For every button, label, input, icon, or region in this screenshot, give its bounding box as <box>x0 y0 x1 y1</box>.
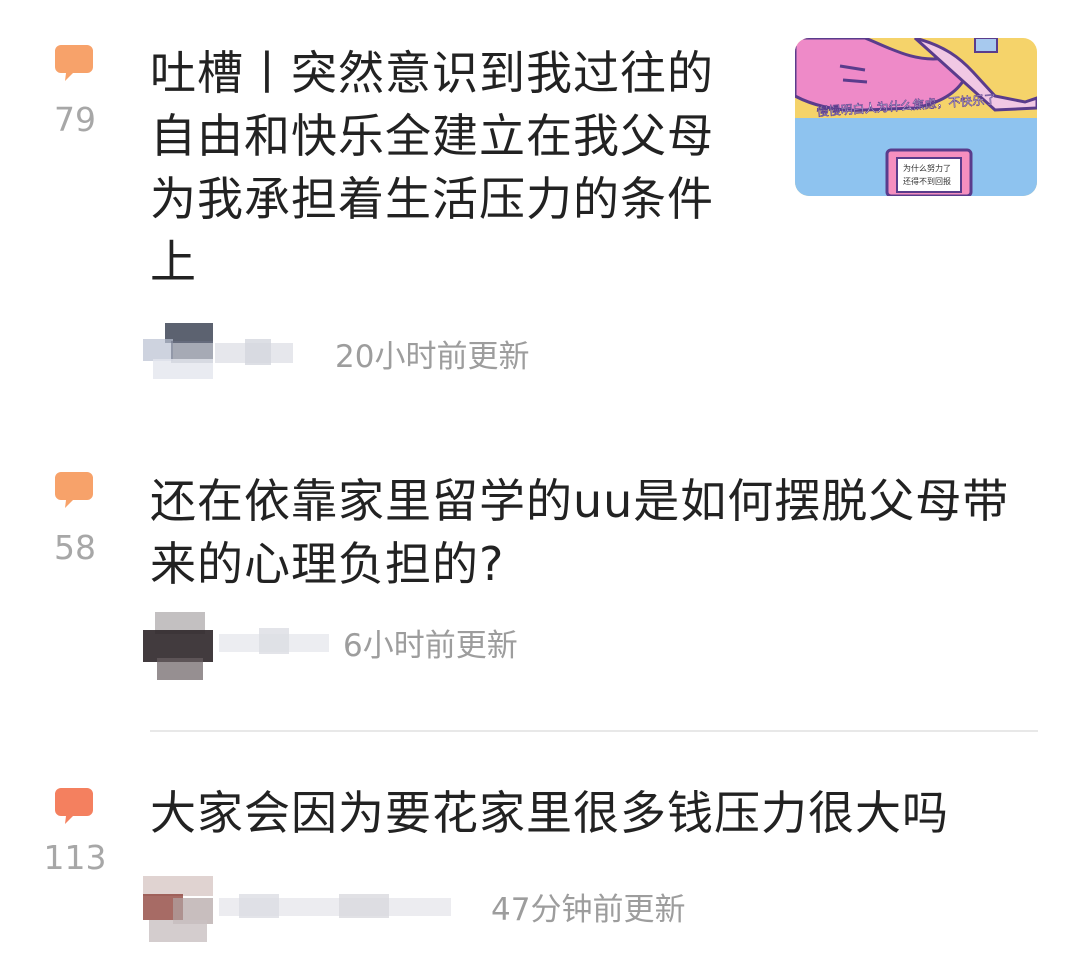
username-blurred <box>219 894 451 918</box>
comment-icon <box>55 788 93 824</box>
post-item-2[interactable]: 58 还在依靠家里留学的uu是如何摆脱父母带 来的心理负担的? 6小时前更新 <box>0 440 1080 710</box>
post-title[interactable]: 还在依靠家里留学的uu是如何摆脱父母带 来的心理负担的? <box>150 470 1050 596</box>
post-thumbnail[interactable]: 为什么努力了 还得不到回报 慢慢明白人为什么焦虑，不快乐了 <box>795 38 1037 196</box>
post-title[interactable]: 吐槽丨突然意识到我过往的 自由和快乐全建立在我父母 为我承担着生活压力的条件 上 <box>150 42 750 294</box>
avatar <box>143 323 213 379</box>
title-line: 为我承担着生活压力的条件 <box>150 172 714 226</box>
title-line: 大家会因为要花家里很多钱压力很大吗 <box>150 786 949 840</box>
comment-count: 79 <box>54 100 96 139</box>
comment-count: 58 <box>54 528 96 567</box>
title-line: 吐槽丨突然意识到我过往的 <box>150 46 714 100</box>
update-time: 20小时前更新 <box>335 339 530 375</box>
avatar <box>143 612 213 680</box>
thumbnail-illustration: 为什么努力了 还得不到回报 慢慢明白人为什么焦虑，不快乐了 <box>795 38 1037 196</box>
thumb-screen-line: 为什么努力了 <box>903 163 951 173</box>
update-time: 47分钟前更新 <box>491 892 686 928</box>
update-time: 6小时前更新 <box>343 628 518 664</box>
post-item-1[interactable]: 79 吐槽丨突然意识到我过往的 自由和快乐全建立在我父母 为我承担着生活压力的条… <box>0 0 1080 420</box>
post-title[interactable]: 大家会因为要花家里很多钱压力很大吗 <box>150 782 1050 845</box>
comment-icon <box>55 45 93 81</box>
title-line: 来的心理负担的? <box>150 537 505 591</box>
thumb-screen-line: 还得不到回报 <box>903 176 951 186</box>
title-line: 自由和快乐全建立在我父母 <box>150 109 714 163</box>
divider <box>150 730 1038 732</box>
username-blurred <box>219 628 329 654</box>
title-line: 上 <box>150 235 197 289</box>
username-blurred <box>215 339 293 365</box>
comment-icon <box>55 472 93 508</box>
title-line: 还在依靠家里留学的uu是如何摆脱父母带 <box>150 474 1010 528</box>
post-item-3[interactable]: 113 大家会因为要花家里很多钱压力很大吗 47分钟前更新 <box>0 760 1080 976</box>
comment-count: 113 <box>43 838 107 877</box>
avatar <box>143 876 213 942</box>
